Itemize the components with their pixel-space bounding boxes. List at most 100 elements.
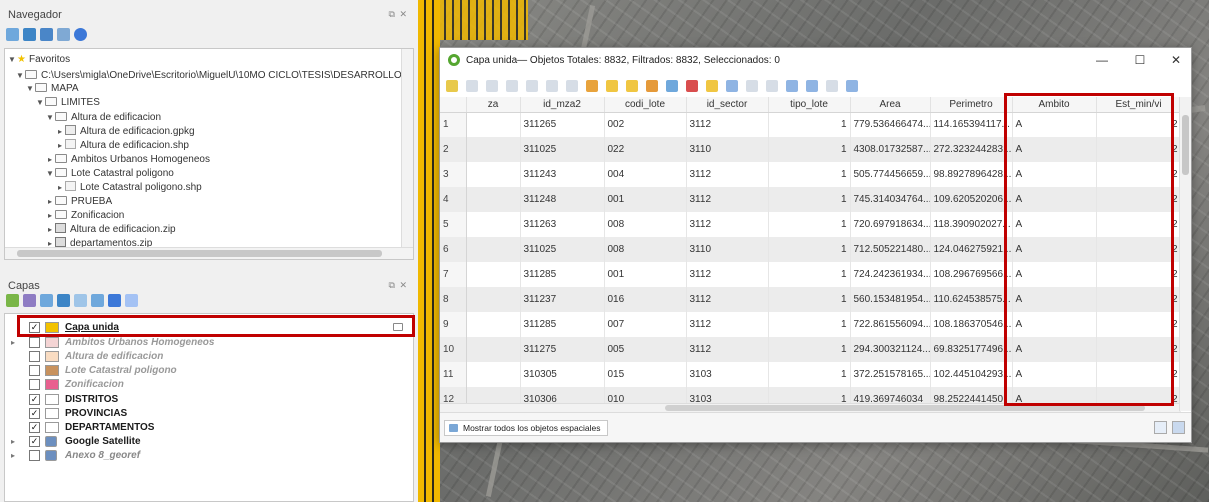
- filter-icon[interactable]: [666, 80, 678, 92]
- cell-id-mza2[interactable]: 311285: [520, 312, 605, 337]
- tree-item-limites[interactable]: ▼ LIMITES: [35, 96, 401, 109]
- navigator-panel-controls[interactable]: ⧉ ✕: [389, 9, 408, 20]
- cell-za[interactable]: [466, 262, 521, 287]
- cell-id-mza2[interactable]: 311285: [520, 262, 605, 287]
- cell-id-sector[interactable]: 3112: [686, 112, 769, 137]
- table-row[interactable]: 4 311248 001 3112 1 745.314034764... 109…: [440, 187, 1181, 212]
- move-selection-icon[interactable]: [706, 80, 718, 92]
- filter-icon[interactable]: [40, 28, 53, 41]
- zoom-to-selection-icon[interactable]: [746, 80, 758, 92]
- tree-item-path[interactable]: ▼ C:\Users\migla\OneDrive\Escritorio\Migu…: [15, 69, 402, 82]
- column-header[interactable]: id_mza2: [520, 97, 605, 113]
- cell-perimetro[interactable]: 109.620520206...: [930, 187, 1013, 212]
- row-number[interactable]: 9: [440, 312, 467, 337]
- cell-codi-lote[interactable]: 005: [604, 337, 687, 362]
- grid-horizontal-scrollbar[interactable]: [440, 403, 1179, 412]
- new-field-icon[interactable]: [766, 80, 778, 92]
- cell-tipo-lote[interactable]: 1: [768, 112, 851, 137]
- scroll-thumb[interactable]: [665, 405, 1145, 411]
- tree-item-altura-gpkg[interactable]: ▸ Altura de edificacion.gpkg: [55, 125, 401, 138]
- collapse-arrow-icon[interactable]: ▸: [55, 139, 65, 152]
- layer-checkbox[interactable]: [29, 450, 40, 461]
- deselect-icon[interactable]: [686, 80, 698, 92]
- table-row[interactable]: 1 311265 002 3112 1 779.536466474... 114…: [440, 112, 1181, 137]
- row-number[interactable]: 10: [440, 337, 467, 362]
- layer-row-lote[interactable]: Lote Catastral poligono: [5, 364, 413, 377]
- tree-item-altura[interactable]: ▼ Altura de edificacion: [45, 111, 401, 124]
- cell-area[interactable]: 779.536466474...: [850, 112, 931, 137]
- cut-icon[interactable]: [566, 80, 578, 92]
- minimize-icon[interactable]: —: [1091, 52, 1113, 68]
- cell-codi-lote[interactable]: 002: [604, 112, 687, 137]
- cell-tipo-lote[interactable]: 1: [768, 212, 851, 237]
- row-number[interactable]: 6: [440, 237, 467, 262]
- cell-za[interactable]: [466, 312, 521, 337]
- expand-arrow-icon[interactable]: ▸: [11, 435, 15, 448]
- cell-perimetro[interactable]: 272.323244283...: [930, 137, 1013, 162]
- table-row[interactable]: 7 311285 001 3112 1 724.242361934... 108…: [440, 262, 1181, 287]
- conditional-format-icon[interactable]: [806, 80, 818, 92]
- layer-editing-icon[interactable]: [393, 323, 403, 331]
- cell-tipo-lote[interactable]: 1: [768, 287, 851, 312]
- cell-tipo-lote[interactable]: 1: [768, 187, 851, 212]
- add-selected-icon[interactable]: [6, 28, 19, 41]
- cell-area[interactable]: 505.774456659...: [850, 162, 931, 187]
- cell-area[interactable]: 712.505221480...: [850, 237, 931, 262]
- table-row[interactable]: 10 311275 005 3112 1 294.300321124... 69…: [440, 337, 1181, 362]
- tree-horizontal-scrollbar[interactable]: [5, 247, 413, 259]
- close-icon[interactable]: ✕: [1165, 52, 1187, 68]
- expand-arrow-icon[interactable]: ▼: [45, 167, 55, 180]
- layer-checkbox[interactable]: [29, 365, 40, 376]
- layer-checkbox[interactable]: [29, 337, 40, 348]
- cell-perimetro[interactable]: 114.165394117...: [930, 112, 1013, 137]
- tree-item-zonificacion[interactable]: ▸ Zonificacion: [45, 209, 401, 222]
- table-view-icon[interactable]: [1172, 421, 1185, 434]
- expand-arrow-icon[interactable]: ▼: [15, 69, 25, 82]
- column-header[interactable]: Ambito: [1012, 97, 1097, 113]
- layer-checkbox[interactable]: ✓: [29, 422, 40, 433]
- cell-id-sector[interactable]: 3112: [686, 337, 769, 362]
- cell-codi-lote[interactable]: 001: [604, 187, 687, 212]
- cell-area[interactable]: 745.314034764...: [850, 187, 931, 212]
- column-header[interactable]: tipo_lote: [768, 97, 851, 113]
- dialog-titlebar[interactable]: Capa unida— Objetos Totales: 8832, Filtr…: [440, 48, 1191, 73]
- layer-row-departamentos[interactable]: ✓ DEPARTAMENTOS: [5, 421, 413, 434]
- scroll-thumb[interactable]: [1182, 115, 1189, 175]
- cell-tipo-lote[interactable]: 1: [768, 237, 851, 262]
- expand-arrow-icon[interactable]: ▼: [7, 53, 17, 66]
- collapse-arrow-icon[interactable]: ▸: [45, 195, 55, 208]
- cell-za[interactable]: [466, 137, 521, 162]
- cell-id-mza2[interactable]: 311243: [520, 162, 605, 187]
- layers-panel-controls[interactable]: ⧉ ✕: [389, 280, 408, 291]
- remove-layer-icon[interactable]: [125, 294, 138, 307]
- tree-vertical-scrollbar[interactable]: [401, 49, 413, 247]
- cell-id-mza2[interactable]: 311248: [520, 187, 605, 212]
- layer-checkbox[interactable]: [29, 351, 40, 362]
- cell-est-min[interactable]: 2: [1096, 287, 1181, 312]
- cell-id-sector[interactable]: 3112: [686, 312, 769, 337]
- style-icon[interactable]: [6, 294, 19, 307]
- expand-arrow-icon[interactable]: ▸: [11, 336, 15, 349]
- cell-id-sector[interactable]: 3103: [686, 362, 769, 387]
- cell-tipo-lote[interactable]: 1: [768, 312, 851, 337]
- cell-est-min[interactable]: 2: [1096, 237, 1181, 262]
- cell-za[interactable]: [466, 362, 521, 387]
- toggle-editing-icon[interactable]: [446, 80, 458, 92]
- cell-za[interactable]: [466, 337, 521, 362]
- cell-id-mza2[interactable]: 311025: [520, 137, 605, 162]
- browser-tree[interactable]: ▼★ Favoritos ▼ C:\Users\migla\OneDrive\Esc…: [4, 48, 414, 260]
- layer-checkbox[interactable]: ✓: [29, 322, 40, 333]
- row-number[interactable]: 5: [440, 212, 467, 237]
- layer-row-ambitos[interactable]: ▸ Ambitos Urbanos Homogeneos: [5, 336, 413, 349]
- row-number-header[interactable]: [440, 97, 467, 113]
- collapse-all-icon[interactable]: [108, 294, 121, 307]
- layer-checkbox[interactable]: [29, 379, 40, 390]
- expand-all-icon[interactable]: [91, 294, 104, 307]
- cell-codi-lote[interactable]: 016: [604, 287, 687, 312]
- cell-est-min[interactable]: 2: [1096, 112, 1181, 137]
- cell-tipo-lote[interactable]: 1: [768, 262, 851, 287]
- attribute-grid[interactable]: za id_mza2 codi_lote id_sector tipo_lote…: [440, 97, 1181, 452]
- layer-checkbox[interactable]: ✓: [29, 394, 40, 405]
- cell-ambito[interactable]: A: [1012, 187, 1097, 212]
- cell-est-min[interactable]: 2: [1096, 362, 1181, 387]
